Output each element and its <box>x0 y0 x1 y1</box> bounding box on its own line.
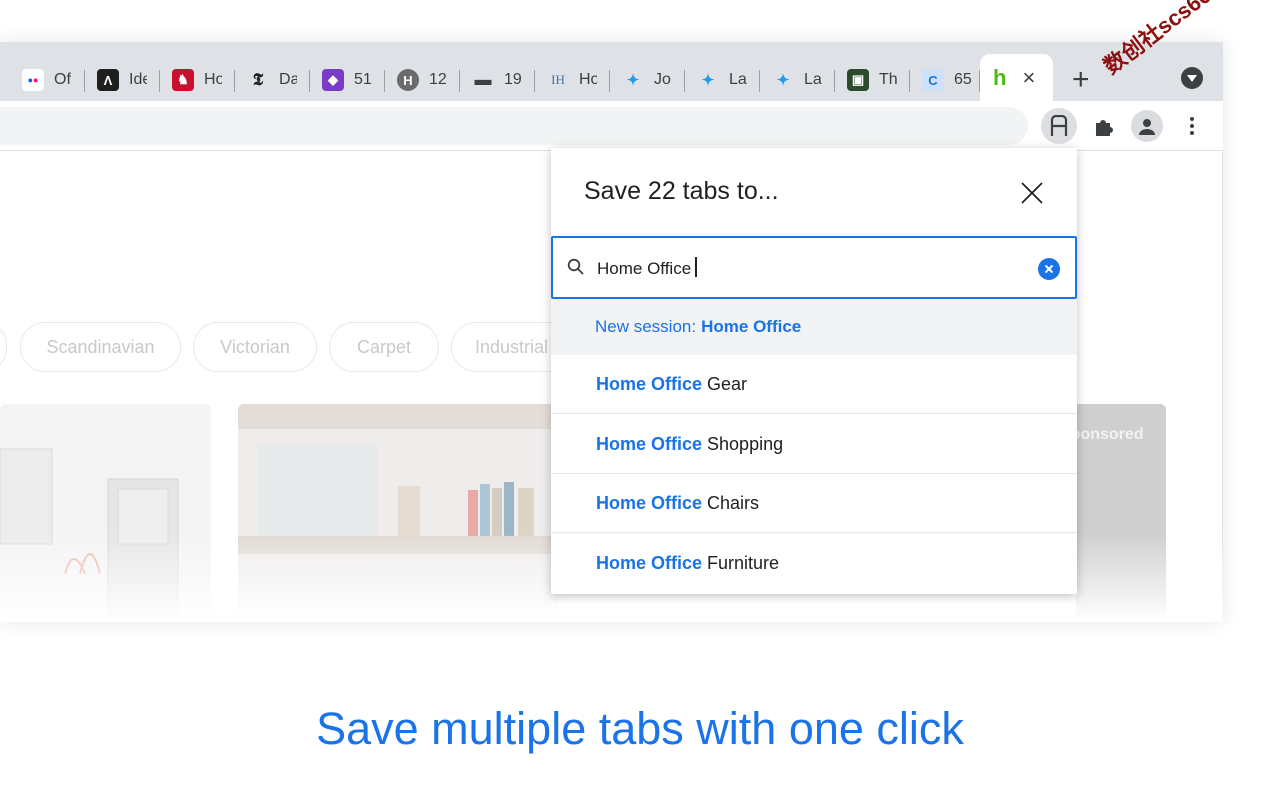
tab-strip: ● ● Of Λ Ide ♞ Ho 𝕿 Da ◆ 51 H 12 ▬ 19 IH Ho ✦ Jo ✦ La ✦ La ▣ Th C… <box>0 42 1223 101</box>
result-label: Shopping <box>707 433 784 454</box>
kebab-menu-icon <box>1190 117 1194 135</box>
result-highlight: Home Office <box>596 433 703 454</box>
tab-title: Ide <box>129 71 147 88</box>
tab-title: Th <box>879 71 897 88</box>
session-icon <box>1050 115 1068 136</box>
tab-active[interactable]: h × <box>980 54 1053 101</box>
tab-close-button[interactable]: × <box>1022 65 1035 91</box>
delta-icon: Λ <box>97 69 119 91</box>
twitter-icon: ✦ <box>701 72 715 89</box>
avatar-icon <box>1139 119 1155 135</box>
tab-5[interactable]: ◆ 51 <box>310 64 385 96</box>
profile-button[interactable] <box>1131 110 1163 142</box>
address-bar[interactable] <box>0 107 1028 145</box>
tab-10[interactable]: ✦ La <box>685 64 760 96</box>
extension-button-active[interactable] <box>1041 108 1077 144</box>
chevron-down-icon <box>1187 74 1197 82</box>
tab-title: La <box>729 71 747 88</box>
flickr-icon: ● ● <box>22 69 44 91</box>
rooster-icon: ♞ <box>172 69 194 91</box>
close-button[interactable] <box>1017 178 1047 208</box>
photo-icon: ▣ <box>847 69 869 91</box>
text-caret <box>695 257 697 277</box>
tab-1[interactable]: ● ● Of <box>10 64 85 96</box>
result-highlight: Home Office <box>596 553 703 573</box>
tab-11[interactable]: ✦ La <box>760 64 835 96</box>
tab-7[interactable]: ▬ 19 <box>460 64 535 96</box>
session-result-item[interactable]: Home Office Gear <box>551 355 1077 414</box>
cc-icon: C <box>922 69 944 91</box>
tab-title: 51 <box>354 71 372 88</box>
result-highlight: Home Office <box>596 492 703 513</box>
puzzle-icon <box>1096 120 1113 136</box>
popup-title: Save 22 tabs to... <box>584 177 779 205</box>
tab-title: Da <box>279 71 297 88</box>
ih-icon: IH <box>551 72 565 87</box>
new-session-name: Home Office <box>701 317 802 336</box>
browser-toolbar <box>0 101 1223 151</box>
tab-6[interactable]: H 12 <box>385 64 460 96</box>
tab-2[interactable]: Λ Ide <box>85 64 160 96</box>
menu-button[interactable] <box>1175 109 1209 143</box>
tab-title: Of <box>54 71 71 88</box>
tab-9[interactable]: ✦ Jo <box>610 64 685 96</box>
twitter-icon: ✦ <box>626 72 640 89</box>
tab-title: Ho <box>204 71 222 88</box>
extensions-button[interactable] <box>1086 109 1120 143</box>
session-result-item[interactable]: Home Office Chairs <box>551 474 1077 533</box>
tab-3[interactable]: ♞ Ho <box>160 64 235 96</box>
tab-12[interactable]: ▣ Th <box>835 64 910 96</box>
chip-victorian[interactable]: Victorian <box>193 322 317 372</box>
tab-title: La <box>804 71 822 88</box>
tab-title: Ho <box>579 71 597 88</box>
save-tabs-popup: Save 22 tabs to... Home Office New sessi… <box>551 148 1077 594</box>
tab-13[interactable]: C 65 <box>910 64 980 96</box>
sponsored-label: Sponsored <box>1076 426 1144 443</box>
clear-icon <box>1044 264 1054 274</box>
result-highlight: Home Office <box>596 373 703 394</box>
session-search-input[interactable]: Home Office <box>551 236 1077 299</box>
close-icon <box>1021 182 1043 204</box>
chip-carpet[interactable]: Carpet <box>329 322 439 372</box>
clear-search-button[interactable] <box>1038 258 1060 280</box>
chair-icon: ▬ <box>474 70 492 89</box>
chip-partial[interactable] <box>0 322 7 372</box>
chip-scandinavian[interactable]: Scandinavian <box>20 322 181 372</box>
tab-title: 12 <box>429 71 447 88</box>
houzz-icon: h <box>993 64 1007 90</box>
tab-search-button[interactable] <box>1181 67 1203 89</box>
tab-title: 65 <box>954 71 972 88</box>
nyt-icon: 𝕿 <box>252 70 264 89</box>
tab-4[interactable]: 𝕿 Da <box>235 64 310 96</box>
h-circle-icon: H <box>397 69 419 91</box>
tab-title: 19 <box>504 71 522 88</box>
cube-icon: ◆ <box>322 69 344 91</box>
new-session-prefix: New session: <box>595 317 697 336</box>
result-label: Gear <box>707 373 748 394</box>
result-label: Furniture <box>707 553 780 573</box>
new-tab-button[interactable]: + <box>1072 63 1090 97</box>
search-icon <box>567 258 584 275</box>
new-session-option[interactable]: New session: Home Office <box>551 299 1077 355</box>
search-input-value: Home Office <box>597 257 697 279</box>
promo-caption: Save multiple tabs with one click <box>316 703 964 754</box>
tab-title: Jo <box>654 71 671 88</box>
session-result-item[interactable]: Home Office Furniture <box>551 534 1077 593</box>
result-label: Chairs <box>707 492 760 513</box>
tab-8[interactable]: IH Ho <box>535 64 610 96</box>
session-result-item[interactable]: Home Office Shopping <box>551 415 1077 474</box>
twitter-icon: ✦ <box>776 72 790 89</box>
